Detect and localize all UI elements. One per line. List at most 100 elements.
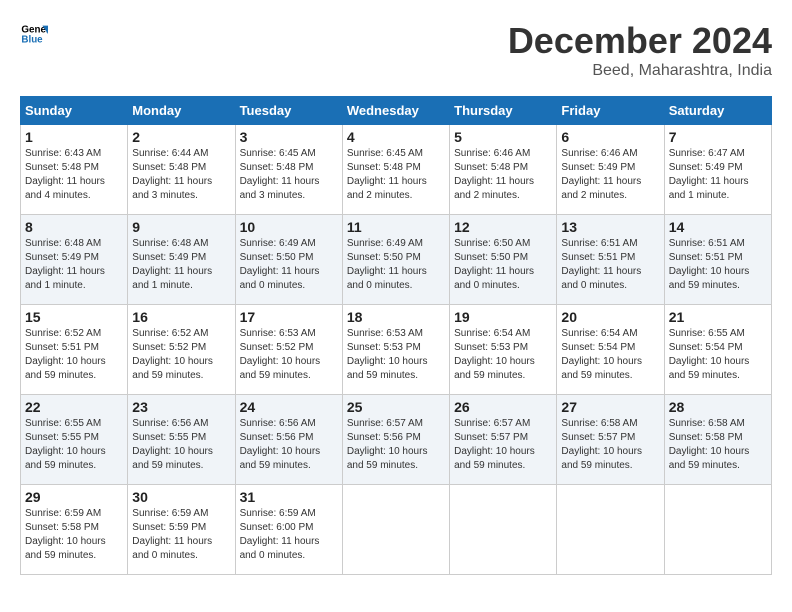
col-tuesday: Tuesday bbox=[235, 97, 342, 125]
logo-icon: General Blue bbox=[20, 20, 48, 48]
calendar-cell: 5 Sunrise: 6:46 AM Sunset: 5:48 PM Dayli… bbox=[450, 125, 557, 215]
day-info: Sunrise: 6:48 AM Sunset: 5:49 PM Dayligh… bbox=[132, 237, 230, 293]
calendar-cell: 16 Sunrise: 6:52 AM Sunset: 5:52 PM Dayl… bbox=[128, 305, 235, 395]
calendar-cell: 12 Sunrise: 6:50 AM Sunset: 5:50 PM Dayl… bbox=[450, 215, 557, 305]
day-number: 4 bbox=[347, 129, 445, 145]
calendar-cell: 4 Sunrise: 6:45 AM Sunset: 5:48 PM Dayli… bbox=[342, 125, 449, 215]
day-info: Sunrise: 6:45 AM Sunset: 5:48 PM Dayligh… bbox=[240, 147, 338, 203]
day-info: Sunrise: 6:53 AM Sunset: 5:52 PM Dayligh… bbox=[240, 327, 338, 383]
day-number: 1 bbox=[25, 129, 123, 145]
calendar-cell: 27 Sunrise: 6:58 AM Sunset: 5:57 PM Dayl… bbox=[557, 395, 664, 485]
day-number: 14 bbox=[669, 219, 767, 235]
calendar-cell: 1 Sunrise: 6:43 AM Sunset: 5:48 PM Dayli… bbox=[21, 125, 128, 215]
calendar-cell: 15 Sunrise: 6:52 AM Sunset: 5:51 PM Dayl… bbox=[21, 305, 128, 395]
calendar-cell: 14 Sunrise: 6:51 AM Sunset: 5:51 PM Dayl… bbox=[664, 215, 771, 305]
calendar-cell: 2 Sunrise: 6:44 AM Sunset: 5:48 PM Dayli… bbox=[128, 125, 235, 215]
day-info: Sunrise: 6:49 AM Sunset: 5:50 PM Dayligh… bbox=[347, 237, 445, 293]
calendar-cell: 23 Sunrise: 6:56 AM Sunset: 5:55 PM Dayl… bbox=[128, 395, 235, 485]
calendar-cell: 7 Sunrise: 6:47 AM Sunset: 5:49 PM Dayli… bbox=[664, 125, 771, 215]
title-section: December 2024 Beed, Maharashtra, India bbox=[508, 20, 772, 80]
day-info: Sunrise: 6:48 AM Sunset: 5:49 PM Dayligh… bbox=[25, 237, 123, 293]
calendar-cell: 11 Sunrise: 6:49 AM Sunset: 5:50 PM Dayl… bbox=[342, 215, 449, 305]
day-info: Sunrise: 6:59 AM Sunset: 5:59 PM Dayligh… bbox=[132, 507, 230, 563]
page-header: General Blue December 2024 Beed, Maharas… bbox=[20, 20, 772, 80]
day-number: 22 bbox=[25, 399, 123, 415]
calendar-cell: 25 Sunrise: 6:57 AM Sunset: 5:56 PM Dayl… bbox=[342, 395, 449, 485]
day-number: 18 bbox=[347, 309, 445, 325]
day-number: 21 bbox=[669, 309, 767, 325]
col-sunday: Sunday bbox=[21, 97, 128, 125]
calendar-cell: 9 Sunrise: 6:48 AM Sunset: 5:49 PM Dayli… bbox=[128, 215, 235, 305]
day-info: Sunrise: 6:54 AM Sunset: 5:53 PM Dayligh… bbox=[454, 327, 552, 383]
calendar-cell bbox=[450, 485, 557, 575]
col-friday: Friday bbox=[557, 97, 664, 125]
day-info: Sunrise: 6:59 AM Sunset: 5:58 PM Dayligh… bbox=[25, 507, 123, 563]
day-number: 2 bbox=[132, 129, 230, 145]
day-info: Sunrise: 6:56 AM Sunset: 5:55 PM Dayligh… bbox=[132, 417, 230, 473]
day-number: 25 bbox=[347, 399, 445, 415]
calendar-cell bbox=[342, 485, 449, 575]
calendar-cell: 8 Sunrise: 6:48 AM Sunset: 5:49 PM Dayli… bbox=[21, 215, 128, 305]
calendar-cell: 28 Sunrise: 6:58 AM Sunset: 5:58 PM Dayl… bbox=[664, 395, 771, 485]
col-monday: Monday bbox=[128, 97, 235, 125]
calendar-cell: 31 Sunrise: 6:59 AM Sunset: 6:00 PM Dayl… bbox=[235, 485, 342, 575]
day-number: 13 bbox=[561, 219, 659, 235]
calendar-cell: 22 Sunrise: 6:55 AM Sunset: 5:55 PM Dayl… bbox=[21, 395, 128, 485]
calendar-cell: 29 Sunrise: 6:59 AM Sunset: 5:58 PM Dayl… bbox=[21, 485, 128, 575]
calendar-cell: 3 Sunrise: 6:45 AM Sunset: 5:48 PM Dayli… bbox=[235, 125, 342, 215]
calendar-cell: 13 Sunrise: 6:51 AM Sunset: 5:51 PM Dayl… bbox=[557, 215, 664, 305]
day-number: 30 bbox=[132, 489, 230, 505]
calendar-week-row: 15 Sunrise: 6:52 AM Sunset: 5:51 PM Dayl… bbox=[21, 305, 772, 395]
day-info: Sunrise: 6:43 AM Sunset: 5:48 PM Dayligh… bbox=[25, 147, 123, 203]
day-number: 12 bbox=[454, 219, 552, 235]
day-info: Sunrise: 6:59 AM Sunset: 6:00 PM Dayligh… bbox=[240, 507, 338, 563]
col-saturday: Saturday bbox=[664, 97, 771, 125]
day-info: Sunrise: 6:52 AM Sunset: 5:52 PM Dayligh… bbox=[132, 327, 230, 383]
col-thursday: Thursday bbox=[450, 97, 557, 125]
calendar-title: December 2024 bbox=[508, 20, 772, 62]
calendar-table: Sunday Monday Tuesday Wednesday Thursday… bbox=[20, 96, 772, 575]
calendar-cell: 30 Sunrise: 6:59 AM Sunset: 5:59 PM Dayl… bbox=[128, 485, 235, 575]
day-number: 8 bbox=[25, 219, 123, 235]
calendar-week-row: 8 Sunrise: 6:48 AM Sunset: 5:49 PM Dayli… bbox=[21, 215, 772, 305]
calendar-cell: 6 Sunrise: 6:46 AM Sunset: 5:49 PM Dayli… bbox=[557, 125, 664, 215]
calendar-cell: 24 Sunrise: 6:56 AM Sunset: 5:56 PM Dayl… bbox=[235, 395, 342, 485]
day-number: 10 bbox=[240, 219, 338, 235]
calendar-cell: 21 Sunrise: 6:55 AM Sunset: 5:54 PM Dayl… bbox=[664, 305, 771, 395]
calendar-week-row: 29 Sunrise: 6:59 AM Sunset: 5:58 PM Dayl… bbox=[21, 485, 772, 575]
day-number: 31 bbox=[240, 489, 338, 505]
svg-text:Blue: Blue bbox=[21, 34, 43, 45]
day-info: Sunrise: 6:46 AM Sunset: 5:48 PM Dayligh… bbox=[454, 147, 552, 203]
day-info: Sunrise: 6:51 AM Sunset: 5:51 PM Dayligh… bbox=[669, 237, 767, 293]
day-number: 9 bbox=[132, 219, 230, 235]
day-number: 3 bbox=[240, 129, 338, 145]
day-info: Sunrise: 6:49 AM Sunset: 5:50 PM Dayligh… bbox=[240, 237, 338, 293]
day-info: Sunrise: 6:57 AM Sunset: 5:57 PM Dayligh… bbox=[454, 417, 552, 473]
calendar-cell: 17 Sunrise: 6:53 AM Sunset: 5:52 PM Dayl… bbox=[235, 305, 342, 395]
day-number: 28 bbox=[669, 399, 767, 415]
day-info: Sunrise: 6:57 AM Sunset: 5:56 PM Dayligh… bbox=[347, 417, 445, 473]
calendar-cell: 18 Sunrise: 6:53 AM Sunset: 5:53 PM Dayl… bbox=[342, 305, 449, 395]
day-info: Sunrise: 6:56 AM Sunset: 5:56 PM Dayligh… bbox=[240, 417, 338, 473]
day-info: Sunrise: 6:44 AM Sunset: 5:48 PM Dayligh… bbox=[132, 147, 230, 203]
day-info: Sunrise: 6:54 AM Sunset: 5:54 PM Dayligh… bbox=[561, 327, 659, 383]
calendar-cell: 19 Sunrise: 6:54 AM Sunset: 5:53 PM Dayl… bbox=[450, 305, 557, 395]
day-number: 27 bbox=[561, 399, 659, 415]
day-number: 19 bbox=[454, 309, 552, 325]
day-number: 7 bbox=[669, 129, 767, 145]
calendar-cell: 20 Sunrise: 6:54 AM Sunset: 5:54 PM Dayl… bbox=[557, 305, 664, 395]
col-wednesday: Wednesday bbox=[342, 97, 449, 125]
calendar-cell: 10 Sunrise: 6:49 AM Sunset: 5:50 PM Dayl… bbox=[235, 215, 342, 305]
day-number: 11 bbox=[347, 219, 445, 235]
day-info: Sunrise: 6:55 AM Sunset: 5:55 PM Dayligh… bbox=[25, 417, 123, 473]
day-number: 23 bbox=[132, 399, 230, 415]
logo: General Blue bbox=[20, 20, 48, 48]
day-info: Sunrise: 6:47 AM Sunset: 5:49 PM Dayligh… bbox=[669, 147, 767, 203]
day-number: 20 bbox=[561, 309, 659, 325]
day-number: 16 bbox=[132, 309, 230, 325]
calendar-week-row: 1 Sunrise: 6:43 AM Sunset: 5:48 PM Dayli… bbox=[21, 125, 772, 215]
day-number: 6 bbox=[561, 129, 659, 145]
day-info: Sunrise: 6:46 AM Sunset: 5:49 PM Dayligh… bbox=[561, 147, 659, 203]
calendar-week-row: 22 Sunrise: 6:55 AM Sunset: 5:55 PM Dayl… bbox=[21, 395, 772, 485]
day-number: 5 bbox=[454, 129, 552, 145]
